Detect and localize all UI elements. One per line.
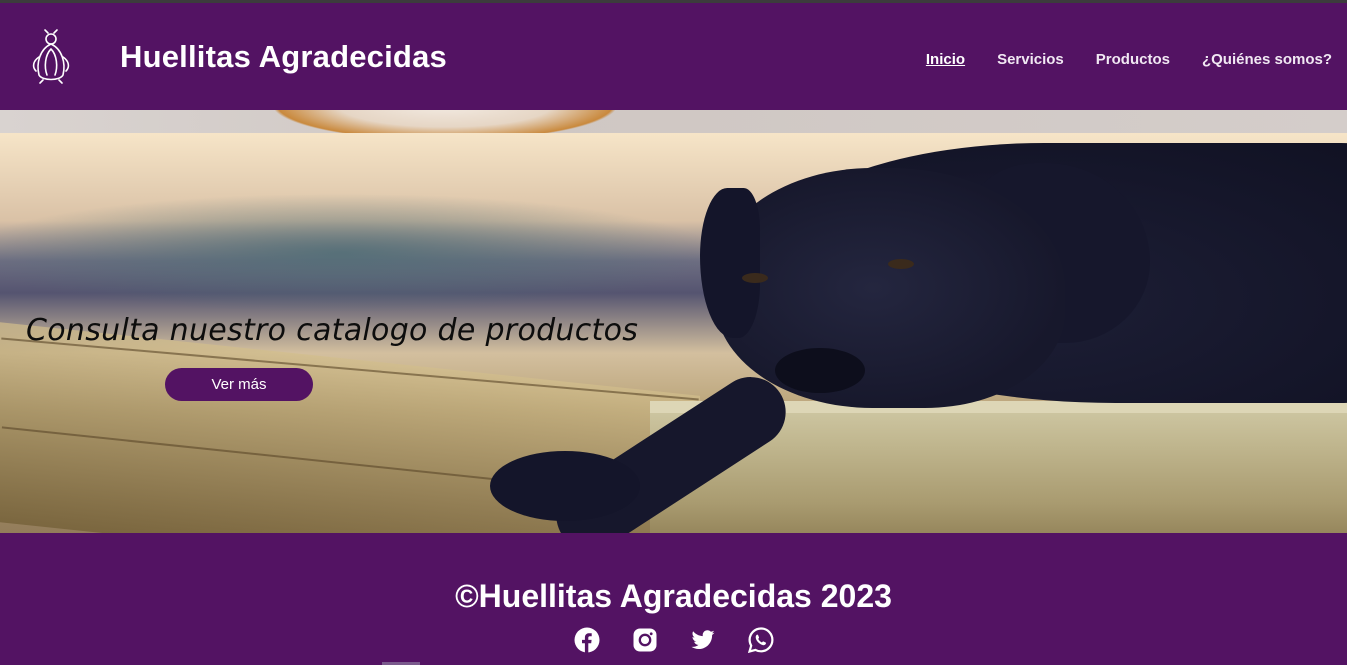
nav-item-quienes-somos[interactable]: ¿Quiénes somos? [1202,51,1332,68]
dog-paw-image [490,451,640,521]
dog-head-image [715,168,1065,408]
dog-nose-image [775,348,865,393]
site-header: Huellitas Agradecidas Inicio Servicios P… [0,3,1347,110]
nav-item-inicio[interactable]: Inicio [926,51,965,68]
site-title[interactable]: Huellitas Agradecidas [120,39,447,75]
site-footer: ©Huellitas Agradecidas 2023 [0,533,1347,665]
background-blur [0,193,720,313]
penguin-logo-icon[interactable] [28,27,74,85]
social-links [0,627,1347,653]
copyright-text: ©Huellitas Agradecidas 2023 [455,578,892,614]
previous-slide-peek [0,110,1347,133]
nav-item-productos[interactable]: Productos [1096,51,1170,68]
facebook-icon[interactable] [574,627,600,653]
instagram-icon[interactable] [632,627,658,653]
dog-eye-image [888,259,914,269]
nav-item-servicios[interactable]: Servicios [997,51,1064,68]
twitter-icon[interactable] [690,627,716,653]
dog-ear-image [700,188,760,338]
ver-mas-button[interactable]: Ver más [165,368,313,401]
whatsapp-icon[interactable] [747,627,774,653]
hero-title: Consulta nuestro catalogo de productos [26,313,639,348]
dog-eye-image [742,273,768,283]
dog-fur-image-fragment [275,110,615,133]
main-nav: Inicio Servicios Productos ¿Quiénes somo… [926,51,1332,68]
hero-banner: Consulta nuestro catalogo de productos V… [0,133,1347,533]
